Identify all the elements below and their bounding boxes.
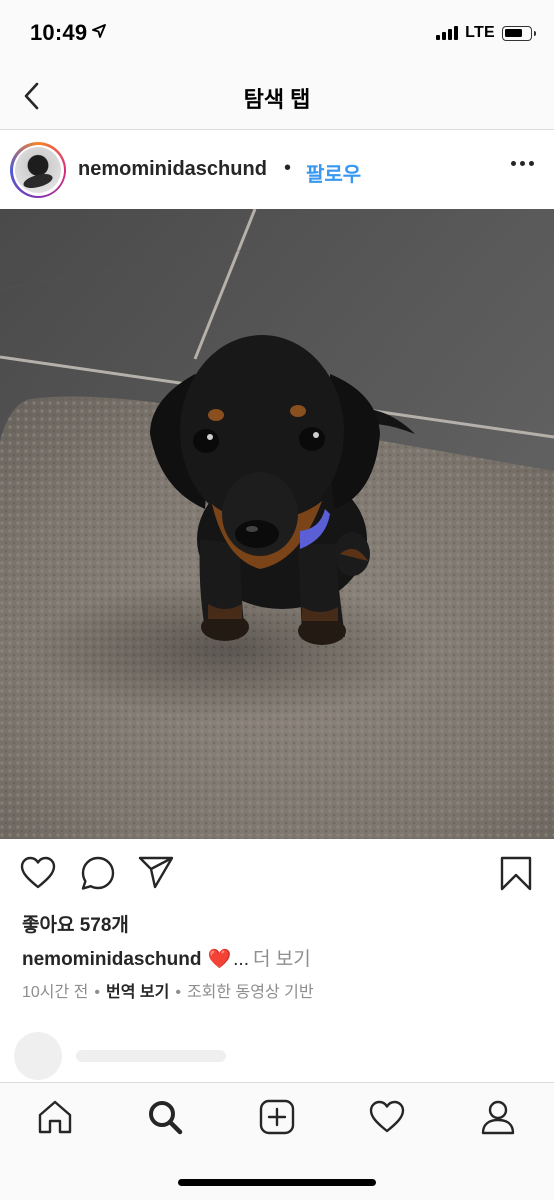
location-arrow-icon — [92, 24, 106, 38]
loading-avatar-placeholder — [14, 1032, 62, 1080]
tab-search[interactable] — [145, 1097, 185, 1137]
post-time: 10시간 전 — [22, 984, 89, 1001]
comment-button[interactable] — [80, 856, 116, 897]
puppy-photo — [0, 209, 554, 839]
home-icon — [38, 1100, 72, 1134]
bottom-tab-bar — [0, 1082, 554, 1200]
post-username[interactable]: nemominidaschund — [78, 158, 267, 181]
post-meta: 10시간 전 • 번역 보기 • 조회한 동영상 기반 — [22, 978, 314, 1002]
follow-button[interactable]: 팔로우 — [306, 158, 361, 187]
caption-username[interactable]: nemominidaschund — [22, 949, 201, 970]
tab-home[interactable] — [35, 1097, 75, 1137]
add-post-icon — [259, 1099, 295, 1135]
recommendation-reason: 조회한 동영상 기반 — [186, 984, 314, 1001]
like-button[interactable] — [20, 856, 56, 895]
activity-heart-icon — [369, 1100, 405, 1133]
separator-dot: • — [284, 157, 292, 179]
likes-count[interactable]: 좋아요 578개 — [22, 910, 129, 937]
more-horizontal-icon — [511, 161, 516, 166]
share-button[interactable] — [138, 856, 174, 895]
signal-icon — [436, 26, 459, 40]
profile-icon — [481, 1100, 515, 1135]
meta-dot: • — [175, 984, 181, 1001]
caption: nemominidaschund ❤️... 더 보기 — [22, 944, 311, 971]
story-ring[interactable] — [10, 142, 66, 198]
search-icon — [149, 1101, 183, 1135]
avatar — [15, 147, 61, 193]
bookmark-icon — [500, 856, 532, 891]
caption-more-link[interactable]: 더 보기 — [253, 949, 311, 970]
tab-new-post[interactable] — [257, 1097, 297, 1137]
save-button[interactable] — [500, 856, 532, 897]
status-indicators: LTE — [436, 24, 536, 42]
status-time: 10:49 — [30, 20, 88, 45]
post-image[interactable] — [0, 209, 554, 839]
more-options-button[interactable] — [511, 161, 534, 166]
loading-text-placeholder — [76, 1050, 226, 1062]
post-actions — [0, 852, 554, 898]
network-label: LTE — [465, 24, 495, 41]
status-bar: 10:49 LTE — [0, 0, 554, 62]
home-indicator[interactable] — [178, 1179, 376, 1186]
meta-dot: • — [94, 984, 101, 1001]
translate-link[interactable]: 번역 보기 — [106, 984, 169, 1001]
caption-emoji: ❤️ — [207, 949, 232, 970]
send-icon — [138, 856, 174, 889]
heart-icon — [20, 856, 56, 889]
tab-profile[interactable] — [478, 1097, 518, 1137]
comment-icon — [81, 856, 115, 890]
nav-header: 탐색 탭 — [0, 62, 554, 130]
page-title: 탐색 탭 — [243, 87, 311, 112]
battery-icon — [502, 25, 536, 41]
caption-ellipsis: ... — [233, 949, 249, 970]
tab-activity[interactable] — [367, 1097, 407, 1137]
post-header: nemominidaschund • 팔로우 — [0, 131, 554, 209]
